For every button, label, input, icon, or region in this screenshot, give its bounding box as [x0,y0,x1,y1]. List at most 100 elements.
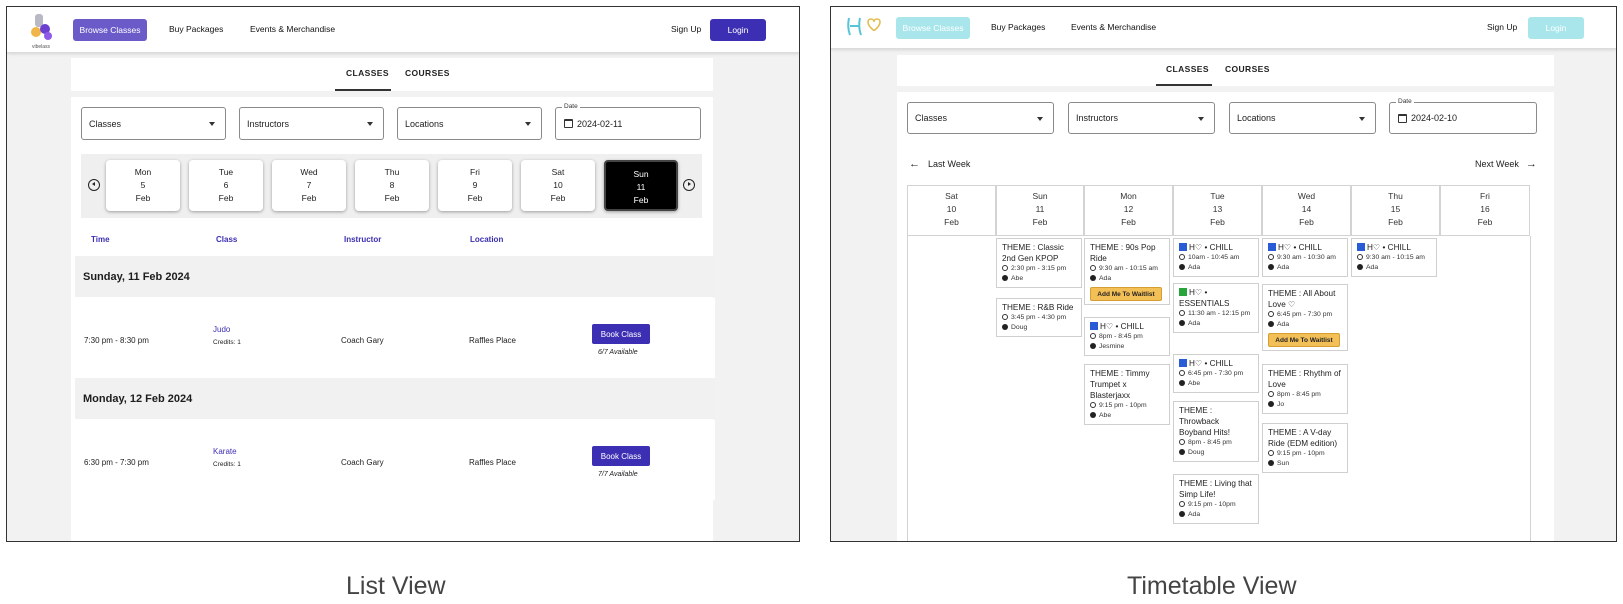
class-name-link[interactable]: Karate [213,447,237,456]
day-card-wed[interactable]: Wed 7 Feb [272,160,346,211]
next-week-link[interactable]: Next Week → [1475,158,1537,170]
day-name: Mon [134,167,152,177]
tab-classes[interactable]: CLASSES [1158,64,1217,74]
clock-icon [1090,333,1096,340]
timetable-event[interactable]: H♡ • CHILL 9:30 am - 10:15 am Ada [1351,238,1437,277]
timetable-event[interactable]: H♡ • CHILL 6:45 pm - 7:30 pm Abe [1173,354,1259,393]
timetable-event[interactable]: THEME : Timmy Trumpet x Blasterjaxx 9:15… [1084,364,1170,425]
browse-classes-button[interactable]: Browse Classes [896,17,970,39]
timetable-event[interactable]: THEME : 90s Pop Ride 9:30 am - 10:15 am … [1084,238,1170,305]
next-week-icon[interactable] [683,179,695,191]
event-title: H♡ • CHILL [1189,359,1233,368]
brand-logo[interactable] [844,13,884,46]
event-instructor: Ada [1277,264,1290,271]
day-card-tue[interactable]: Tue 6 Feb [189,160,263,211]
sign-up-link[interactable]: Sign Up [671,24,701,34]
book-class-button[interactable]: Book Class [592,324,650,344]
add-to-waitlist-button[interactable]: Add Me To Waitlist [1268,333,1340,347]
day-card-fri[interactable]: Fri 9 Feb [438,160,512,211]
tt-day-header-thu: Thu 15 Feb [1351,185,1440,236]
person-icon [1268,460,1274,467]
tab-classes[interactable]: CLASSES [338,68,397,78]
day-number: 9 [472,180,478,190]
locations-select[interactable]: Locations [1229,102,1376,134]
class-name-link[interactable]: Judo [213,325,230,334]
locations-select-value: Locations [1237,113,1276,123]
event-time: 11:30 am - 12:15 pm [1188,310,1251,317]
locations-select[interactable]: Locations [397,107,542,140]
event-instructor: Ada [1188,320,1201,327]
column-header-class: Class [216,235,238,244]
timetable-event[interactable]: THEME : Classic 2nd Gen KPOP 2:30 pm - 3… [996,238,1082,288]
tab-courses[interactable]: COURSES [397,68,458,78]
events-merch-link[interactable]: Events & Merchandise [1071,22,1156,32]
timetable-event[interactable]: H♡ • CHILL 9:30 am - 10:30 am Ada [1262,238,1348,277]
person-icon [1090,343,1096,350]
day-name: Sun [633,169,649,179]
list-view-screenshot: vibelass Browse Classes Buy Packages Eve… [6,6,800,542]
buy-packages-link[interactable]: Buy Packages [169,24,223,34]
timetable-event[interactable]: THEME : R&B Ride 3:45 pm - 4:30 pm Doug [996,298,1082,337]
person-icon [1090,412,1096,419]
tt-day-header-sat: Sat 10 Feb [907,185,996,236]
day-number: 5 [140,180,146,190]
day-card-sun-selected[interactable]: Sun 11 Feb [604,160,678,211]
date-field[interactable]: Date 2024-02-11 [555,103,701,140]
clock-icon [1002,314,1008,321]
day-name: Tue [218,167,234,177]
day-card-mon[interactable]: Mon 5 Feb [106,160,180,211]
last-week-link[interactable]: ← Last Week [909,158,970,170]
top-navbar: vibelass Browse Classes Buy Packages Eve… [7,7,799,53]
event-title: H♡ • CHILL [1367,243,1411,252]
event-time: 8pm - 8:45 pm [1188,439,1232,446]
day-card-sat[interactable]: Sat 10 Feb [521,160,595,211]
event-instructor: Doug [1011,324,1028,331]
tt-day-header-fri: Fri 16 Feb [1440,185,1530,236]
clock-icon [1179,370,1185,377]
event-title: THEME : A V-day Ride (EDM edition) [1268,428,1338,448]
event-title: H♡ • CHILL [1278,243,1322,252]
vibelass-logo[interactable]: vibelass [26,13,56,50]
day-month: Feb [1121,217,1136,227]
timetable-event[interactable]: THEME : Rhythm of Love 8pm - 8:45 pm Jo [1262,364,1348,414]
login-button[interactable]: Login [1528,17,1584,39]
class-credits: Credits: 1 [213,461,241,468]
timetable-event[interactable]: THEME : Living that Simp Life! 9:15 pm -… [1173,474,1259,524]
blue-square-icon [1357,243,1365,251]
buy-packages-link[interactable]: Buy Packages [991,22,1045,32]
timetable-event[interactable]: THEME : All About Love ♡ 6:45 pm - 7:30 … [1262,284,1348,351]
clock-icon [1268,450,1274,457]
sign-up-link[interactable]: Sign Up [1487,22,1517,32]
tab-courses[interactable]: COURSES [1217,64,1278,74]
book-class-button[interactable]: Book Class [592,446,650,466]
day-month: Feb [135,193,151,203]
class-row: 7:30 pm - 8:30 pm Judo Credits: 1 Coach … [75,298,715,378]
tabs-card: CLASSES COURSES [71,58,713,91]
login-button[interactable]: Login [710,19,766,41]
day-number: 8 [389,180,395,190]
person-icon [1179,511,1185,518]
locations-select-value: Locations [405,118,444,129]
instructors-select[interactable]: Instructors [1068,102,1215,134]
prev-week-icon[interactable] [88,179,100,191]
timetable-event[interactable]: H♡ • CHILL 8pm - 8:45 pm Jesmine [1084,317,1170,356]
calendar-icon [1398,113,1407,123]
date-field[interactable]: Date 2024-02-10 [1389,98,1537,134]
timetable-event[interactable]: H♡ • CHILL 10am - 10:45 am Ada [1173,238,1259,277]
add-to-waitlist-button[interactable]: Add Me To Waitlist [1090,287,1162,301]
clock-icon [1179,439,1185,446]
day-name: Thu [1388,191,1403,201]
timetable-event[interactable]: THEME : A V-day Ride (EDM edition) 9:15 … [1262,423,1348,473]
instructors-select[interactable]: Instructors [239,107,384,140]
event-time: 8pm - 8:45 pm [1099,333,1143,340]
browse-classes-button[interactable]: Browse Classes [73,19,147,41]
arrow-left-icon: ← [909,158,920,170]
day-card-thu[interactable]: Thu 8 Feb [355,160,429,211]
event-instructor: Doug [1188,449,1205,456]
date-field-label: Date [1396,98,1414,105]
events-merch-link[interactable]: Events & Merchandise [250,24,335,34]
timetable-event[interactable]: THEME : Throwback Boyband Hits! 8pm - 8:… [1173,401,1259,462]
classes-select[interactable]: Classes [907,102,1054,134]
classes-select[interactable]: Classes [81,107,226,140]
timetable-event[interactable]: H♡ • ESSENTIALS 11:30 am - 12:15 pm Ada [1173,283,1259,333]
